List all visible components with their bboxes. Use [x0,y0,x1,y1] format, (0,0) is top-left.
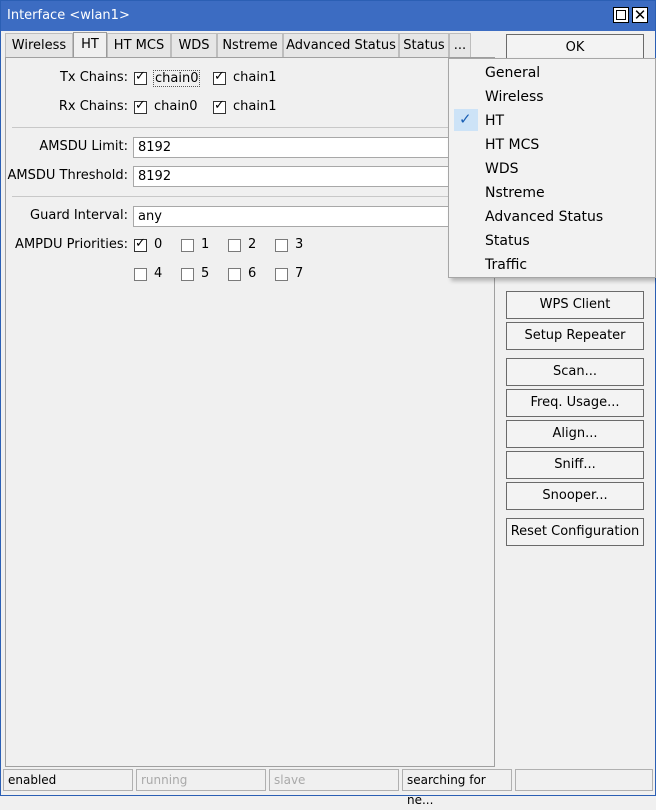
ampdu-priority-5-checkbox[interactable] [181,268,194,281]
ampdu-priority-0-label: 0 [154,237,163,252]
menu-item-advanced-status[interactable]: Advanced Status [449,205,655,229]
ampdu-priority-1-checkbox[interactable] [181,239,194,252]
tab-ht-mcs[interactable]: HT MCS [107,33,171,57]
tx-chain1-label: chain1 [233,70,277,85]
status-bar: enabled running slave searching for ne..… [3,767,653,807]
tab-list-menu: General Wireless HT HT MCS WDS Nstreme A… [448,58,656,278]
wps-client-button[interactable]: WPS Client [506,291,644,319]
status-searching: searching for ne... [402,769,512,807]
menu-item-general[interactable]: General [449,61,655,85]
tx-chain1-checkbox[interactable] [213,69,226,85]
tab-ht[interactable]: HT [73,32,107,58]
ampdu-priority-4-label: 4 [154,266,163,281]
tab-wds[interactable]: WDS [171,33,217,57]
rx-chain1-label: chain1 [233,99,277,114]
ampdu-priority-3-checkbox[interactable] [275,239,288,252]
menu-item-traffic[interactable]: Traffic [449,253,655,277]
menu-item-wds[interactable]: WDS [449,157,655,181]
ht-tab-panel: Tx Chains: chain0 chain1 Rx Chains: chai… [5,57,495,767]
align-button[interactable]: Align... [506,420,644,448]
rx-chains-label: Rx Chains: [58,99,128,114]
maximize-icon[interactable] [613,7,629,23]
ampdu-priority-2-label: 2 [248,237,257,252]
status-running: running [136,769,266,791]
amsdu-limit-field[interactable]: 8192 [133,137,453,158]
tab-status[interactable]: Status [399,33,449,57]
snooper-button[interactable]: Snooper... [506,482,644,510]
close-icon[interactable]: ✕ [632,7,648,23]
ampdu-priority-6-checkbox[interactable] [228,268,241,281]
separator [12,196,490,197]
guard-interval-label: Guard Interval: [30,208,128,223]
ampdu-priority-0-checkbox[interactable] [134,236,147,252]
tab-overflow[interactable]: ... [449,33,471,57]
amsdu-threshold-field[interactable]: 8192 [133,166,453,187]
tx-chain0-label: chain0 [153,70,201,87]
menu-item-nstreme[interactable]: Nstreme [449,181,655,205]
reset-configuration-button[interactable]: Reset Configuration [506,518,644,546]
ampdu-priorities-label: AMPDU Priorities: [15,237,128,252]
tab-advanced-status[interactable]: Advanced Status [283,33,399,57]
status-extra [515,769,653,791]
freq-usage-button[interactable]: Freq. Usage... [506,389,644,417]
ampdu-priority-1-label: 1 [201,237,210,252]
guard-interval-select[interactable]: any [133,206,453,227]
rx-chain1-checkbox[interactable] [213,98,226,114]
menu-item-ht[interactable]: HT [449,109,655,133]
ampdu-priority-7-label: 7 [295,266,304,281]
menu-item-status[interactable]: Status [449,229,655,253]
ampdu-priority-6-label: 6 [248,266,257,281]
ampdu-priority-2-checkbox[interactable] [228,239,241,252]
menu-item-ht-mcs[interactable]: HT MCS [449,133,655,157]
tx-chain0-checkbox[interactable] [134,69,147,85]
ampdu-priority-4-checkbox[interactable] [134,268,147,281]
status-enabled: enabled [3,769,133,791]
ampdu-priority-3-label: 3 [295,237,304,252]
scan-button[interactable]: Scan... [506,358,644,386]
separator [12,127,490,128]
status-slave: slave [269,769,399,791]
rx-chain0-label: chain0 [154,99,198,114]
menu-item-wireless[interactable]: Wireless [449,85,655,109]
sniff-button[interactable]: Sniff... [506,451,644,479]
ampdu-priority-5-label: 5 [201,266,210,281]
tx-chains-label: Tx Chains: [59,70,128,85]
rx-chain0-checkbox[interactable] [134,98,147,114]
ampdu-priority-7-checkbox[interactable] [275,268,288,281]
tab-nstreme[interactable]: Nstreme [217,33,283,57]
title-bar[interactable]: Interface <wlan1> ✕ [1,1,655,31]
amsdu-limit-label: AMSDU Limit: [39,139,128,154]
setup-repeater-button[interactable]: Setup Repeater [506,322,644,350]
amsdu-threshold-label: AMSDU Threshold: [7,168,128,183]
window-title: Interface <wlan1> [7,8,130,23]
tab-wireless[interactable]: Wireless [5,33,73,57]
